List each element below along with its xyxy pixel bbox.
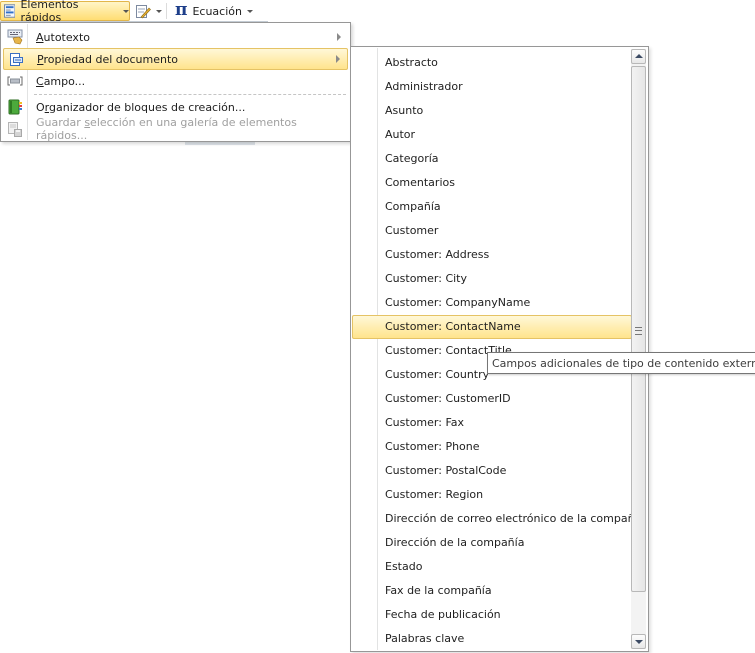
property-item-label: Customer: CompanyName [385,296,531,309]
property-item[interactable]: Dirección de la compañía [352,531,632,555]
property-item[interactable]: Comentarios [352,171,632,195]
property-item-label: Customer: City [385,272,468,285]
property-item-label: Customer: Region [385,488,484,501]
property-item[interactable]: Fecha de publicación [352,603,632,627]
property-item[interactable]: Customer: PostalCode [352,459,632,483]
menu-item-label: Guardar selección en una galería de elem… [36,116,297,142]
property-item[interactable]: Asunto [352,99,632,123]
chevron-down-icon [123,9,129,13]
property-item[interactable]: Categoría [352,147,632,171]
chevron-down-icon [156,9,162,13]
property-item-label: Autor [385,128,416,141]
menu-item-autotext[interactable]: Autotexto [3,26,348,48]
tooltip-text: Campos adicionales de tipo de contenido … [492,356,755,370]
menu-item-field[interactable]: Campo... [3,70,348,92]
toolbar-separator [166,3,167,19]
menu-item-building-blocks-organizer[interactable]: Organizador de bloques de creación... [3,96,348,118]
property-item[interactable]: Autor [352,123,632,147]
scroll-up-button[interactable] [631,49,646,64]
property-item-label: Fecha de publicación [385,608,501,621]
property-item[interactable]: Customer: Fax [352,411,632,435]
menu-item-document-property[interactable]: Propiedad del documento [3,48,348,70]
quick-parts-icon [4,4,16,18]
property-item[interactable]: Customer: CustomerID [352,387,632,411]
menu-item-save-selection: Guardar selección en una galería de elem… [3,116,348,142]
property-item-label: Customer: Phone [385,440,480,453]
equation-label: Ecuación [192,4,242,18]
menu-separator [34,94,346,95]
property-item[interactable]: Customer: Address [352,243,632,267]
menu-item-label: Organizador de bloques de creación... [36,100,246,114]
property-item-label: Customer: ContactName [385,320,521,333]
property-item-label: Abstracto [385,56,438,69]
property-item-label: Compañía [385,200,441,213]
save-selection-icon [8,122,22,137]
submenu-arrow-icon [336,55,340,63]
property-item-label: Customer: Country [385,368,490,381]
property-item[interactable]: Estado [352,555,632,579]
quick-parts-menu: Autotexto Propiedad del documento Campo.… [0,22,351,142]
field-icon [7,76,23,86]
property-item-label: Categoría [385,152,439,165]
submenu-arrow-icon [337,33,341,41]
property-item-label: Comentarios [385,176,455,189]
property-item-label: Estado [385,560,423,573]
building-blocks-organizer-icon [8,99,22,115]
tooltip: Campos adicionales de tipo de contenido … [487,352,755,374]
property-item-label: Customer [385,224,439,237]
property-item[interactable]: Customer: ContactName [352,315,632,339]
property-item[interactable]: Customer: Phone [352,435,632,459]
background-ruler-fragment [185,142,255,145]
property-item-label: Customer: Fax [385,416,465,429]
property-item[interactable]: Compañía [352,195,632,219]
property-item-label: Palabras clave [385,632,465,645]
scroll-up-arrow-icon [635,54,643,58]
property-item[interactable]: Palabras clave [352,627,632,651]
property-item-label: Customer: Address [385,248,490,261]
property-item-label: Dirección de correo electrónico de la co… [385,512,645,525]
property-item[interactable]: Customer: Region [352,483,632,507]
property-item-label: Asunto [385,104,424,117]
equation-button[interactable]: π Ecuación [173,0,253,21]
scrollbar-thumb[interactable] [631,66,646,592]
quick-parts-button[interactable]: Elementos rápidos [0,0,130,24]
document-property-submenu: Abstracto Administrador Asunto Autor Categor… [350,46,649,652]
ribbon-insert-group: Elementos rápidos π Ecuación [0,0,260,24]
signature-line-icon [136,5,151,19]
submenu-scrollbar[interactable] [631,49,646,649]
property-item-label: Customer: PostalCode [385,464,507,477]
property-item[interactable]: Customer: CompanyName [352,291,632,315]
scrollbar-grip-icon [635,327,642,335]
property-item[interactable]: Fax de la compañía [352,579,632,603]
property-item[interactable]: Administrador [352,75,632,99]
menu-item-label: Propiedad del documento [37,52,179,66]
scroll-down-arrow-icon [635,640,643,644]
chevron-down-icon [246,9,253,13]
property-item-label: Fax de la compañía [385,584,492,597]
menu-item-label: Campo... [36,74,86,88]
property-item-label: Administrador [385,80,463,93]
menu-item-label: Autotexto [36,30,90,44]
scroll-down-button[interactable] [631,634,646,649]
property-item[interactable]: Dirección de correo electrónico de la co… [352,507,644,531]
property-item-label: Dirección de la compañía [385,536,525,549]
document-property-icon [10,53,23,66]
property-item[interactable]: Customer: City [352,267,632,291]
property-item[interactable]: Abstracto [352,51,632,75]
pi-icon: π [175,0,188,20]
signature-line-button[interactable] [133,1,163,21]
autotext-icon [7,29,23,45]
property-item-label: Customer: CustomerID [385,392,511,405]
property-item[interactable]: Customer [352,219,632,243]
